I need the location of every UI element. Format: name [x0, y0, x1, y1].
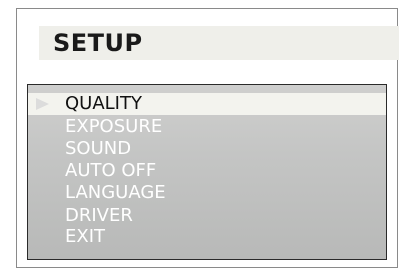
menu-item-label: LANGUAGE: [65, 182, 166, 203]
menu-item-label: DRIVER: [65, 205, 133, 226]
page-title: SETUP: [53, 29, 143, 57]
menu-item-quality[interactable]: QUALITY: [28, 93, 386, 115]
setup-menu: QUALITY EXPOSURE SOUND AUTO OFF LANGUAGE…: [27, 84, 387, 260]
menu-item-label: SOUND: [65, 138, 132, 159]
menu-item-label: QUALITY: [65, 93, 142, 114]
menu-item-label: EXIT: [65, 226, 106, 247]
menu-item-auto-off[interactable]: AUTO OFF: [28, 160, 386, 182]
menu-item-label: AUTO OFF: [65, 160, 157, 181]
menu-item-label: EXPOSURE: [65, 116, 163, 137]
menu-item-exposure[interactable]: EXPOSURE: [28, 116, 386, 138]
menu-item-driver[interactable]: DRIVER: [28, 205, 386, 227]
menu-item-language[interactable]: LANGUAGE: [28, 182, 386, 204]
menu-item-exit[interactable]: EXIT: [28, 226, 386, 248]
setup-screen: SETUP QUALITY EXPOSURE SOUND AUTO OFF LA…: [16, 8, 399, 268]
menu-item-sound[interactable]: SOUND: [28, 138, 386, 160]
triangle-right-icon: [36, 98, 49, 110]
title-bar: SETUP: [39, 26, 399, 60]
